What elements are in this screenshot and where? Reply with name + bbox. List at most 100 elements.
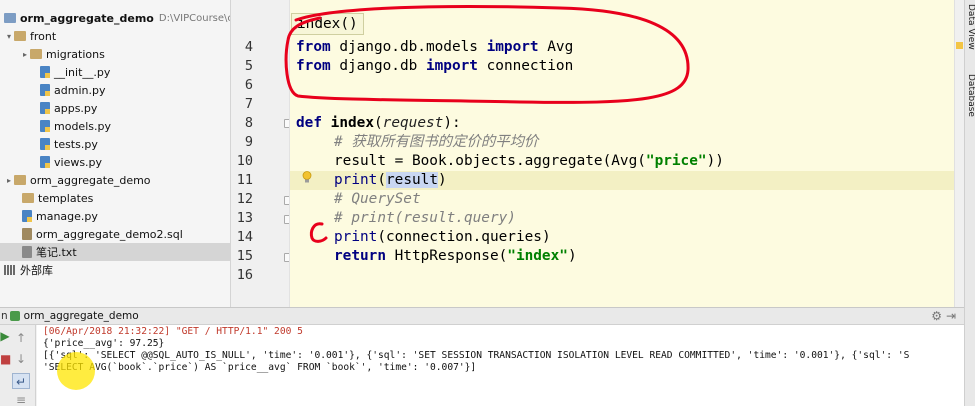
python-file-icon <box>40 66 50 78</box>
code-line-15[interactable]: return HttpResponse("index") <box>334 247 577 266</box>
project-path: D:\VIPCourse\cod <box>158 12 230 24</box>
tree-item-models[interactable]: models.py <box>0 117 230 135</box>
tree-item-init[interactable]: __init__.py <box>0 63 230 81</box>
chevron-right-icon[interactable]: ▸ <box>20 50 30 59</box>
rerun-icon[interactable]: ▶ <box>0 328 10 344</box>
line-number: 7 <box>244 96 253 112</box>
django-icon <box>9 311 20 321</box>
selected-text: result <box>386 172 438 188</box>
python-file-icon <box>40 102 50 114</box>
sql-file-icon <box>22 228 32 240</box>
console-line: {'price__avg': 97.25} <box>43 338 165 349</box>
tree-item-label: tests.py <box>54 137 98 151</box>
console-line: [06/Apr/2018 21:32:22] "GET / HTTP/1.1" … <box>43 326 303 337</box>
code-line-10[interactable]: result = Book.objects.aggregate(Avg("pri… <box>334 152 724 171</box>
code-line-13[interactable]: # print(result.query) <box>334 209 516 228</box>
project-root-row[interactable]: orm_aggregate_demo D:\VIPCourse\cod <box>0 9 230 27</box>
line-number: 12 <box>236 191 253 207</box>
scroll-down-icon[interactable]: ↓ <box>12 351 30 367</box>
text-file-icon <box>22 246 32 258</box>
folder-icon <box>22 193 34 203</box>
code-line-12[interactable]: # QuerySet <box>334 190 421 209</box>
line-number: 10 <box>236 153 253 169</box>
line-number: 15 <box>236 248 253 264</box>
line-number: 8 <box>244 115 253 131</box>
project-tool-window: orm_aggregate_demo D:\VIPCourse\cod ▾ fr… <box>0 0 231 307</box>
run-console-output[interactable]: [06/Apr/2018 21:32:22] "GET / HTTP/1.1" … <box>37 325 964 406</box>
python-file-icon <box>40 156 50 168</box>
function-breadcrumb[interactable]: index() <box>291 13 364 35</box>
tree-item-sql-dump[interactable]: orm_aggregate_demo2.sql <box>0 225 230 243</box>
chevron-down-icon[interactable]: ▾ <box>4 32 14 41</box>
tree-item-label: apps.py <box>54 101 98 115</box>
warning-marker-icon[interactable] <box>956 42 963 49</box>
database-tab[interactable]: Database <box>965 74 975 117</box>
tree-item-migrations[interactable]: ▸ migrations <box>0 45 230 63</box>
run-tool-window-header: n orm_aggregate_demo ⚙ ⇥ <box>0 307 964 325</box>
line-number: 5 <box>244 58 253 74</box>
tree-item-manage[interactable]: manage.py <box>0 207 230 225</box>
python-file-icon <box>40 138 50 150</box>
tree-item-label: 笔记.txt <box>36 246 77 259</box>
line-number: 4 <box>244 39 253 55</box>
tree-item-label: migrations <box>46 47 105 61</box>
tree-item-views[interactable]: views.py <box>0 153 230 171</box>
run-tab-title[interactable]: orm_aggregate_demo <box>24 310 139 322</box>
python-file-icon <box>40 120 50 132</box>
mouse-cursor-highlight <box>57 352 95 390</box>
code-line-4[interactable]: from django.db.models import Avg <box>296 38 573 57</box>
line-number: 6 <box>244 77 253 93</box>
tree-item-orm-aggregate-demo[interactable]: ▸ orm_aggregate_demo <box>0 171 230 189</box>
project-name: orm_aggregate_demo <box>20 11 154 25</box>
tree-item-tests[interactable]: tests.py <box>0 135 230 153</box>
code-line-5[interactable]: from django.db import connection <box>296 57 573 76</box>
soft-wrap-icon[interactable]: ↵ <box>12 373 30 389</box>
tree-item-notes[interactable]: 笔记.txt <box>0 243 230 261</box>
tree-item-label: admin.py <box>54 83 106 97</box>
tree-item-label: orm_aggregate_demo <box>30 173 151 187</box>
folder-icon <box>4 13 16 23</box>
line-number: 13 <box>236 210 253 226</box>
tree-item-admin[interactable]: admin.py <box>0 81 230 99</box>
print-icon[interactable]: ≡ <box>12 392 30 406</box>
tree-item-apps[interactable]: apps.py <box>0 99 230 117</box>
stop-icon[interactable]: ■ <box>0 351 11 367</box>
folder-icon <box>14 31 26 41</box>
code-line-8[interactable]: def index(request): <box>296 114 461 133</box>
run-label: n <box>1 310 8 322</box>
run-toolbar: ▶ ↑ ■ ↓ ↵ ≡ <box>0 325 36 406</box>
editor-gutter[interactable]: 4 5 6 7 8 9 10 11 12 13 14 15 16 <box>231 0 293 307</box>
code-line-11[interactable]: print(result) <box>334 171 447 190</box>
tree-item-label: manage.py <box>36 209 98 223</box>
tree-item-label: front <box>30 29 57 43</box>
console-line: 'SELECT AVG(`book`.`price`) AS `price__a… <box>43 362 477 373</box>
tree-item-templates[interactable]: templates <box>0 189 230 207</box>
line-number: 9 <box>244 134 253 150</box>
console-line: [{'sql': 'SELECT @@SQL_AUTO_IS_NULL', 't… <box>43 350 910 361</box>
tree-item-label: 外部库 <box>20 264 53 277</box>
tree-item-front[interactable]: ▾ front <box>0 27 230 45</box>
line-number: 14 <box>236 229 253 245</box>
right-tool-strip: Data View Database <box>964 0 975 406</box>
lightbulb-icon[interactable] <box>302 171 312 184</box>
data-view-tab[interactable]: Data View <box>965 4 975 50</box>
python-file-icon <box>40 84 50 96</box>
tree-item-label: __init__.py <box>54 65 111 79</box>
gear-icon[interactable]: ⚙ <box>931 309 942 323</box>
tree-item-label: models.py <box>54 119 111 133</box>
code-line-9[interactable]: # 获取所有图书的定价的平均价 <box>334 133 538 152</box>
tree-item-label: views.py <box>54 155 103 169</box>
hide-panel-icon[interactable]: ⇥ <box>946 309 956 323</box>
line-number: 16 <box>236 267 253 283</box>
folder-icon <box>14 175 26 185</box>
folder-icon <box>30 49 42 59</box>
library-icon <box>4 265 16 275</box>
tree-item-label: templates <box>38 191 94 205</box>
code-line-14[interactable]: print(connection.queries) <box>334 228 551 247</box>
tree-item-label: orm_aggregate_demo2.sql <box>36 227 183 241</box>
line-number: 11 <box>236 172 253 188</box>
code-editor[interactable]: from django.db.models import Avg from dj… <box>289 0 954 307</box>
tree-item-external-libraries[interactable]: 外部库 <box>0 261 230 279</box>
chevron-right-icon[interactable]: ▸ <box>4 176 14 185</box>
scroll-up-icon[interactable]: ↑ <box>12 330 30 346</box>
